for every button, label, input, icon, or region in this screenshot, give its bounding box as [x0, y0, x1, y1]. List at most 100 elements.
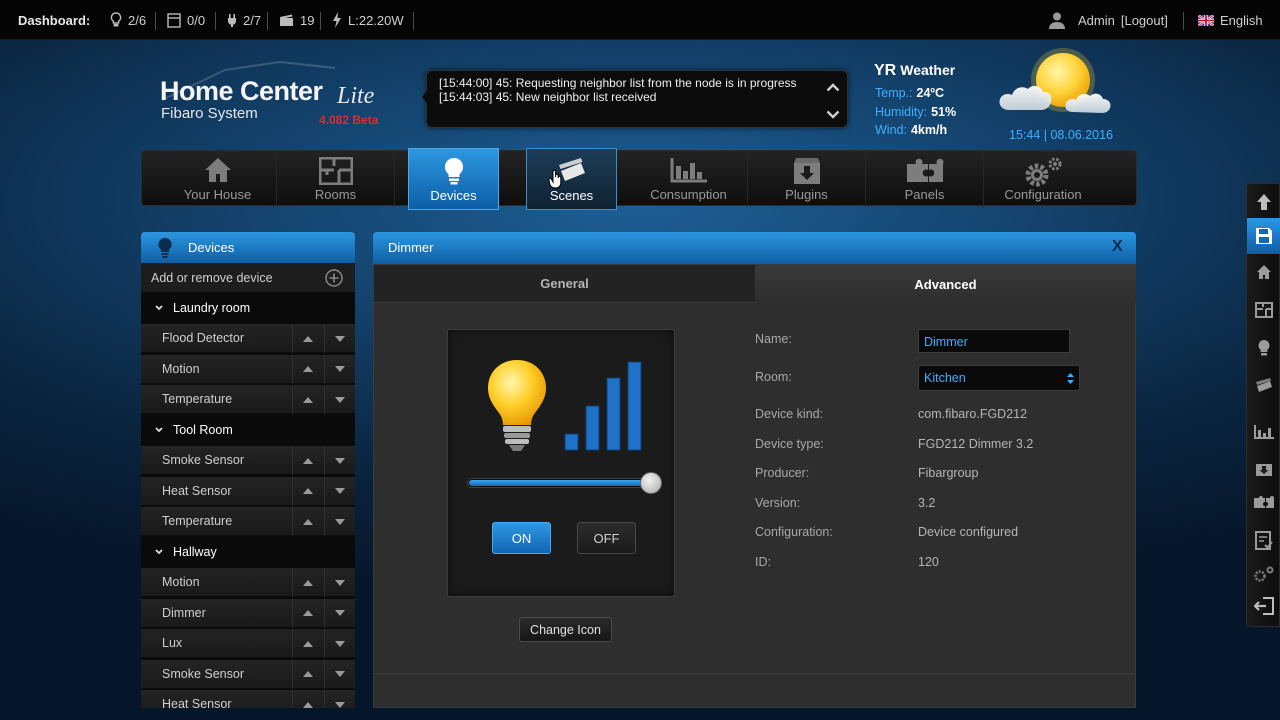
move-up-button[interactable] [292, 598, 322, 628]
event-log-text: [15:44:00] 45: Requesting neighbor list … [439, 76, 811, 104]
move-down-button[interactable] [324, 507, 354, 536]
select-arrows-icon [1067, 373, 1074, 384]
arrow-up-icon [302, 335, 313, 342]
sun-cloud-icon [999, 48, 1111, 113]
shortcut-house[interactable] [1247, 254, 1280, 290]
device-list-item[interactable]: Flood Detector [141, 324, 355, 353]
room-select[interactable]: Kitchen [918, 365, 1080, 391]
move-up-button[interactable] [292, 476, 322, 506]
move-down-button[interactable] [324, 354, 354, 384]
blinds-status[interactable]: 0/0 [167, 0, 205, 40]
puzzle-icon [1254, 496, 1274, 508]
device-list-item[interactable]: Motion [141, 568, 355, 597]
room-name: Tool Room [173, 423, 233, 437]
nav-devices[interactable]: Devices [408, 148, 499, 210]
move-down-button[interactable] [324, 476, 354, 506]
device-name: Motion [162, 361, 200, 376]
nav-label: Rooms [314, 187, 357, 202]
outlets-status[interactable]: 2/7 [227, 0, 261, 40]
devices-panel-header: Devices [141, 232, 355, 263]
dimmer-slider-handle[interactable] [640, 472, 662, 494]
shortcut-notes[interactable] [1247, 522, 1280, 558]
scroll-top-button[interactable] [1247, 184, 1280, 220]
save-button[interactable] [1247, 218, 1280, 254]
device-list-item[interactable]: Heat Sensor [141, 476, 355, 506]
device-list-item[interactable]: Dimmer [141, 598, 355, 628]
device-list-item[interactable]: Heat Sensor [141, 690, 355, 708]
device-list-item[interactable]: Smoke Sensor [141, 446, 355, 475]
add-remove-device-button[interactable]: Add or remove device [141, 263, 355, 292]
nav-plugins[interactable]: Plugins [748, 151, 866, 207]
save-icon [1256, 228, 1272, 244]
nav-label: Scenes [549, 188, 594, 203]
move-down-button[interactable] [324, 446, 354, 475]
shortcut-rooms[interactable] [1247, 292, 1280, 328]
lights-status[interactable]: 2/6 [110, 0, 146, 40]
move-up-button[interactable] [292, 659, 322, 689]
room-group[interactable]: Laundry room [141, 293, 355, 323]
move-down-button[interactable] [324, 629, 354, 658]
device-list-item[interactable]: Lux [141, 629, 355, 658]
device-list-item[interactable]: Temperature [141, 507, 355, 536]
move-down-button[interactable] [324, 385, 354, 414]
lights-count: 2/6 [128, 12, 147, 28]
bar-chart-icon [670, 158, 707, 183]
dimmer-slider-track[interactable] [467, 478, 657, 488]
move-up-button[interactable] [292, 507, 322, 536]
shortcut-panels[interactable] [1247, 484, 1280, 520]
bulb-icon [158, 237, 172, 258]
move-up-button[interactable] [292, 629, 322, 658]
room-group[interactable]: Hallway [141, 537, 355, 567]
power-status[interactable]: L:22.20W [332, 0, 404, 40]
close-button[interactable]: X [1112, 238, 1123, 256]
logout-link[interactable]: [Logout] [1121, 13, 1168, 28]
quick-toolbar [1246, 183, 1280, 627]
move-down-button[interactable] [324, 690, 354, 708]
move-up-button[interactable] [292, 446, 322, 475]
device-list-item[interactable]: Temperature [141, 385, 355, 414]
language-selector[interactable]: English [1198, 0, 1263, 40]
shortcut-configuration[interactable] [1247, 556, 1280, 592]
nav-rooms[interactable]: Rooms [277, 151, 395, 207]
move-up-button[interactable] [292, 568, 322, 597]
plug-icon [228, 13, 236, 27]
temp-label: Temp.: [875, 86, 913, 100]
tab-advanced[interactable]: Advanced [755, 265, 1136, 303]
wind-label: Wind: [875, 123, 907, 137]
move-down-button[interactable] [324, 324, 354, 353]
nav-scenes[interactable]: Scenes [526, 148, 617, 210]
nav-configuration[interactable]: Configuration [984, 151, 1102, 207]
device-name: Heat Sensor [162, 697, 232, 708]
nav-your-house[interactable]: Your House [159, 151, 277, 207]
log-scroll-up-button[interactable] [819, 74, 847, 100]
room-group[interactable]: Tool Room [141, 415, 355, 445]
off-button[interactable]: OFF [577, 522, 636, 554]
device-list-item[interactable]: Motion [141, 354, 355, 384]
device-name: Flood Detector [162, 331, 244, 345]
name-label: Name: [755, 332, 792, 346]
move-down-button[interactable] [324, 568, 354, 597]
move-down-button[interactable] [324, 659, 354, 689]
on-button[interactable]: ON [492, 522, 551, 554]
nav-panels[interactable]: Panels [866, 151, 984, 207]
move-up-button[interactable] [292, 690, 322, 708]
shortcut-plugins[interactable] [1247, 450, 1280, 486]
device-name: Dimmer [162, 605, 206, 620]
name-input[interactable]: Dimmer [918, 329, 1070, 353]
move-down-button[interactable] [324, 598, 354, 628]
logout-button[interactable] [1247, 588, 1280, 624]
weather-title-text: Weather [900, 62, 956, 78]
move-up-button[interactable] [292, 354, 322, 384]
tab-general[interactable]: General [374, 265, 755, 303]
move-up-button[interactable] [292, 324, 322, 353]
change-icon-button[interactable]: Change Icon [519, 617, 612, 642]
scenes-status[interactable]: 19 [279, 0, 314, 40]
power-value: L:22.20W [348, 12, 404, 28]
device-list-item[interactable]: Smoke Sensor [141, 659, 355, 689]
move-up-button[interactable] [292, 385, 322, 414]
shortcut-consumption[interactable] [1247, 414, 1280, 450]
log-scroll-down-button[interactable] [819, 101, 847, 127]
shortcut-devices[interactable] [1247, 330, 1280, 366]
nav-consumption[interactable]: Consumption [630, 151, 748, 207]
shortcut-scenes[interactable] [1247, 368, 1280, 404]
